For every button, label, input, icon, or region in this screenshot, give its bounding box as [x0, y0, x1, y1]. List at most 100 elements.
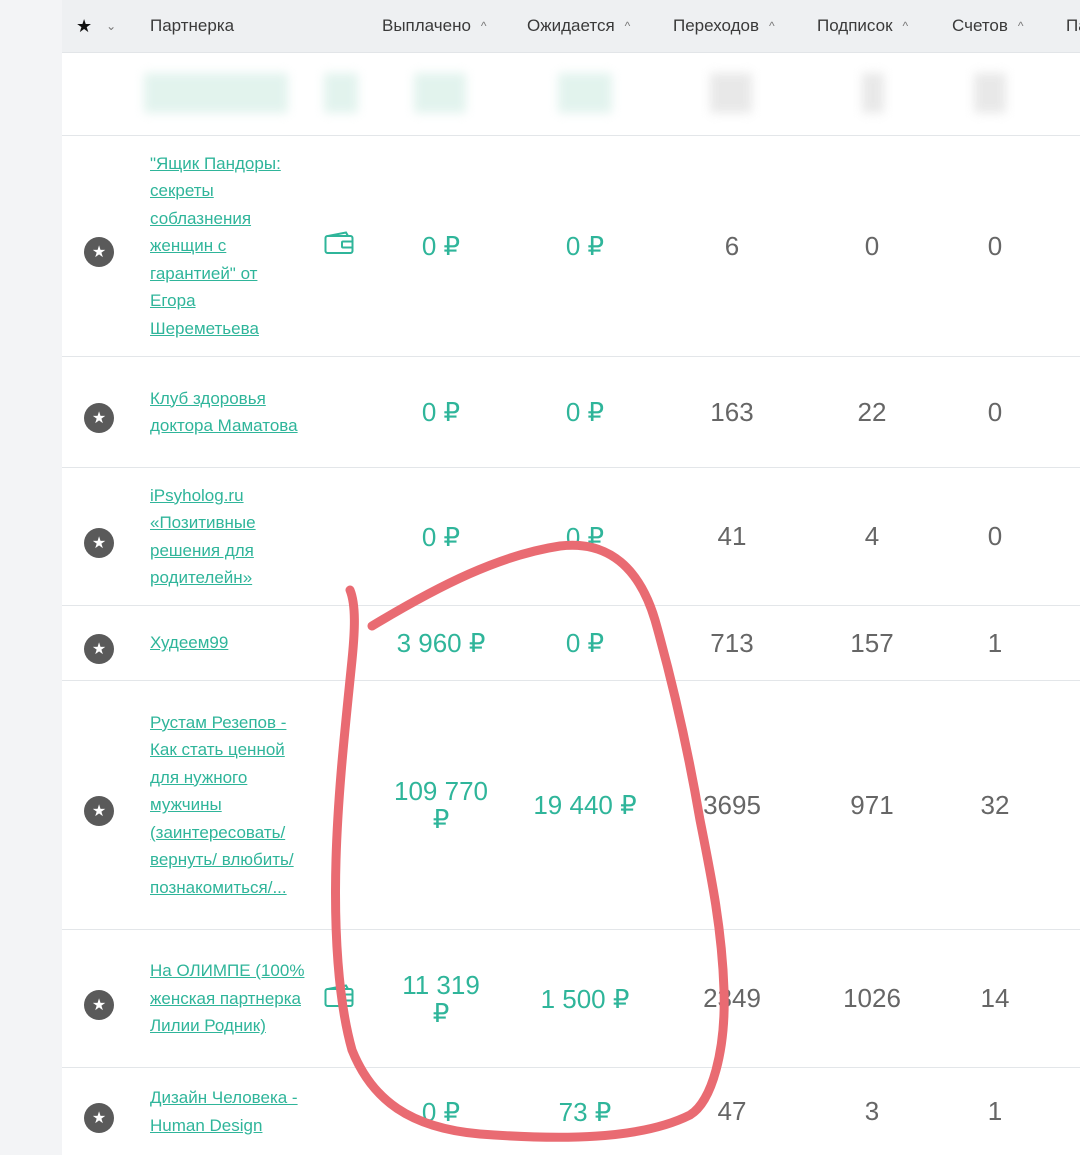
favorite-sort-control[interactable]: ★ ⌄: [76, 0, 116, 52]
favorite-star-icon[interactable]: ★: [84, 527, 114, 558]
invoices-cell: 0: [940, 468, 1050, 605]
invoices-value: 1: [987, 627, 1003, 658]
expected-value: 0 ₽: [565, 397, 605, 427]
partner-link[interactable]: Рустам Резепов - Как стать ценной для ну…: [150, 709, 306, 902]
partner-name-cell: iPsyholog.ru «Позитивные решения для род…: [150, 468, 306, 605]
paid-value: 0 ₽: [421, 1096, 461, 1127]
redacted-icon: [324, 73, 358, 113]
subscriptions-cell: 157: [812, 606, 932, 680]
partner-link[interactable]: Худеем99: [150, 629, 228, 657]
subscriptions-cell: 0: [812, 136, 932, 356]
clicks-value: 41: [717, 521, 747, 551]
paid-value: 0 ₽: [421, 397, 461, 427]
redacted-subs: [862, 73, 884, 113]
partner-name-cell: Клуб здоровья доктора Маматова: [150, 357, 306, 467]
invoices-cell: 0: [940, 357, 1050, 467]
subscriptions-value: 157: [850, 627, 894, 658]
paid-cell: 0 ₽: [382, 1068, 500, 1155]
favorite-star-icon[interactable]: ★: [84, 237, 114, 267]
clicks-cell: 2349: [672, 930, 792, 1067]
invoices-value: 1: [987, 1096, 1003, 1126]
subscriptions-cell: 971: [812, 681, 932, 929]
favorite-star-icon[interactable]: ★: [84, 634, 114, 664]
column-next[interactable]: Па: [1066, 0, 1080, 52]
column-invoices[interactable]: Счетов ^: [952, 0, 1024, 52]
invoices-value: 14: [980, 983, 1010, 1013]
favorite-star-icon[interactable]: ★: [84, 796, 114, 826]
wallet-icon[interactable]: [324, 231, 354, 255]
chevron-up-icon: ^: [624, 19, 631, 33]
paid-cell: 11 319 ₽: [382, 930, 500, 1067]
partner-name-cell: Худеем99: [150, 606, 306, 680]
clicks-cell: 6: [672, 136, 792, 356]
clicks-value: 3695: [703, 789, 761, 820]
expected-value: 19 440 ₽: [533, 790, 637, 820]
partner-name-cell: "Ящик Пандоры: секреты соблазнения женщи…: [150, 136, 306, 356]
redacted-clicks: [710, 73, 752, 113]
redacted-expected: [558, 73, 612, 113]
clicks-value: 6: [724, 230, 740, 261]
chevron-down-icon: ⌄: [106, 19, 117, 33]
expected-cell: 73 ₽: [510, 1068, 660, 1155]
subscriptions-value: 1026: [843, 983, 901, 1013]
column-partner[interactable]: Партнерка: [150, 0, 234, 52]
redacted-name: [144, 73, 288, 113]
expected-cell: 0 ₽: [510, 357, 660, 467]
partner-link[interactable]: iPsyholog.ru «Позитивные решения для род…: [150, 482, 306, 592]
subscriptions-value: 971: [850, 789, 894, 820]
paid-cell: 0 ₽: [382, 357, 500, 467]
subscriptions-value: 4: [864, 521, 880, 551]
chevron-up-icon: ^: [480, 19, 487, 33]
favorite-star-icon[interactable]: ★: [84, 403, 114, 433]
expected-value: 1 500 ₽: [540, 983, 630, 1014]
blurred-row: [62, 53, 1080, 136]
column-expected[interactable]: Ожидается ^: [527, 0, 630, 52]
partner-link[interactable]: Дизайн Человека - Human Design: [150, 1084, 306, 1139]
subscriptions-value: 0: [864, 230, 880, 261]
column-paid[interactable]: Выплачено ^: [382, 0, 487, 52]
expected-value: 0 ₽: [565, 231, 605, 261]
paid-value: 0 ₽: [421, 521, 461, 552]
favorite-star-icon[interactable]: ★: [84, 1102, 114, 1133]
column-clicks[interactable]: Переходов ^: [673, 0, 775, 52]
table-row: ★ iPsyholog.ru «Позитивные решения для ро…: [62, 468, 1080, 606]
chevron-up-icon: ^: [769, 19, 775, 33]
clicks-value: 713: [710, 627, 754, 658]
favorite-star-icon[interactable]: ★: [84, 989, 114, 1020]
paid-cell: 0 ₽: [382, 136, 500, 356]
invoices-value: 0: [987, 521, 1003, 551]
chevron-up-icon: ^: [902, 19, 909, 33]
invoices-cell: 32: [940, 681, 1050, 929]
subscriptions-cell: 22: [812, 357, 932, 467]
paid-cell: 109 770 ₽: [382, 681, 500, 929]
invoices-value: 0: [987, 230, 1003, 261]
subscriptions-cell: 3: [812, 1068, 932, 1155]
paid-cell: 0 ₽: [382, 468, 500, 605]
partner-link[interactable]: "Ящик Пандоры: секреты соблазнения женщи…: [150, 150, 306, 343]
paid-cell: 3 960 ₽: [382, 606, 500, 680]
paid-value: 11 319 ₽: [402, 969, 480, 1028]
clicks-cell: 713: [672, 606, 792, 680]
partner-link[interactable]: На ОЛИМПЕ (100% женская партнерка Лилии …: [150, 957, 306, 1040]
table-row: ★ "Ящик Пандоры: секреты соблазнения женщ…: [62, 136, 1080, 357]
clicks-cell: 3695: [672, 681, 792, 929]
clicks-value: 163: [710, 396, 754, 427]
paid-value: 3 960 ₽: [396, 628, 486, 658]
partner-link[interactable]: Клуб здоровья доктора Маматова: [150, 385, 306, 440]
paid-value: 0 ₽: [421, 231, 461, 261]
invoices-cell: 14: [940, 930, 1050, 1067]
wallet-icon[interactable]: [324, 983, 354, 1008]
table-row: ★ Дизайн Человека - Human Design 0 ₽ 73 ₽ 47…: [62, 1068, 1080, 1155]
redacted-paid: [414, 73, 466, 113]
subscriptions-value: 3: [864, 1096, 880, 1126]
expected-cell: 19 440 ₽: [510, 681, 660, 929]
expected-cell: 0 ₽: [510, 606, 660, 680]
table-row: ★ На ОЛИМПЕ (100% женская партнерка Лилии…: [62, 930, 1080, 1068]
invoices-cell: 1: [940, 1068, 1050, 1155]
chevron-up-icon: ^: [1017, 19, 1024, 33]
table-row: ★ Худеем99 3 960 ₽ 0 ₽ 713 157 1: [62, 606, 1080, 681]
column-subscriptions[interactable]: Подписок ^: [817, 0, 908, 52]
clicks-cell: 47: [672, 1068, 792, 1155]
partners-table: ★ ⌄ Партнерка Выплачено ^ Ожидается ^ Пе…: [62, 0, 1080, 1155]
star-icon: ★: [76, 15, 93, 36]
